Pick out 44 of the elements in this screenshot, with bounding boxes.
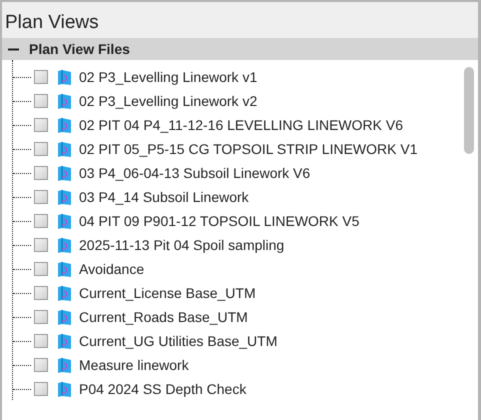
checkbox[interactable] <box>34 94 48 108</box>
file-name[interactable]: 02 P3_Levelling Linework v1 <box>79 69 258 85</box>
checkbox[interactable] <box>34 382 48 396</box>
checkbox[interactable] <box>34 166 48 180</box>
layer-icon <box>57 212 72 230</box>
panel-title: Plan Views <box>2 2 478 38</box>
file-name[interactable]: 2025-11-13 Pit 04 Spoil sampling <box>79 237 284 253</box>
checkbox[interactable] <box>34 310 48 324</box>
checkbox[interactable] <box>34 334 48 348</box>
layer-icon <box>57 68 72 86</box>
file-name[interactable]: Current_License Base_UTM <box>79 285 256 301</box>
file-name[interactable]: 02 PIT 04 P4_11-12-16 LEVELLING LINEWORK V6 <box>79 117 403 133</box>
file-name[interactable]: Measure linework <box>79 357 189 373</box>
section-label: Plan View Files <box>29 41 130 57</box>
layer-icon <box>57 308 72 326</box>
checkbox[interactable] <box>34 142 48 156</box>
checkbox[interactable] <box>34 70 48 84</box>
layer-icon <box>57 116 72 134</box>
layer-icon <box>57 164 72 182</box>
file-name[interactable]: Current_Roads Base_UTM <box>79 309 248 325</box>
checkbox[interactable] <box>34 262 48 276</box>
file-name[interactable]: Avoidance <box>79 261 144 277</box>
checkbox[interactable] <box>34 118 48 132</box>
file-name[interactable]: 03 P4_06-04-13 Subsoil Linework V6 <box>79 165 310 181</box>
file-name[interactable]: 02 PIT 05_P5-15 CG TOPSOIL STRIP LINEWORK V1 <box>79 141 418 157</box>
checkbox[interactable] <box>34 214 48 228</box>
layer-icon <box>57 284 72 302</box>
layer-icon <box>57 188 72 206</box>
file-name[interactable]: 03 P4_14 Subsoil Linework <box>79 189 249 205</box>
file-name[interactable]: 04 PIT 09 P901-12 TOPSOIL LINEWORK V5 <box>79 213 360 229</box>
file-name[interactable]: 02 P3_Levelling Linework v2 <box>79 93 258 109</box>
file-name[interactable]: P04 2024 SS Depth Check <box>79 381 246 397</box>
checkbox[interactable] <box>34 238 48 252</box>
checkbox[interactable] <box>34 358 48 372</box>
layer-icon <box>57 332 72 350</box>
file-name[interactable]: Current_UG Utilities Base_UTM <box>79 333 278 349</box>
layer-icon <box>57 140 72 158</box>
layer-icon <box>57 260 72 278</box>
layer-icon <box>57 356 72 374</box>
checkbox[interactable] <box>34 286 48 300</box>
checkbox[interactable] <box>34 190 48 204</box>
layer-icon <box>57 380 72 398</box>
layer-icon <box>57 92 72 110</box>
layer-icon <box>57 236 72 254</box>
